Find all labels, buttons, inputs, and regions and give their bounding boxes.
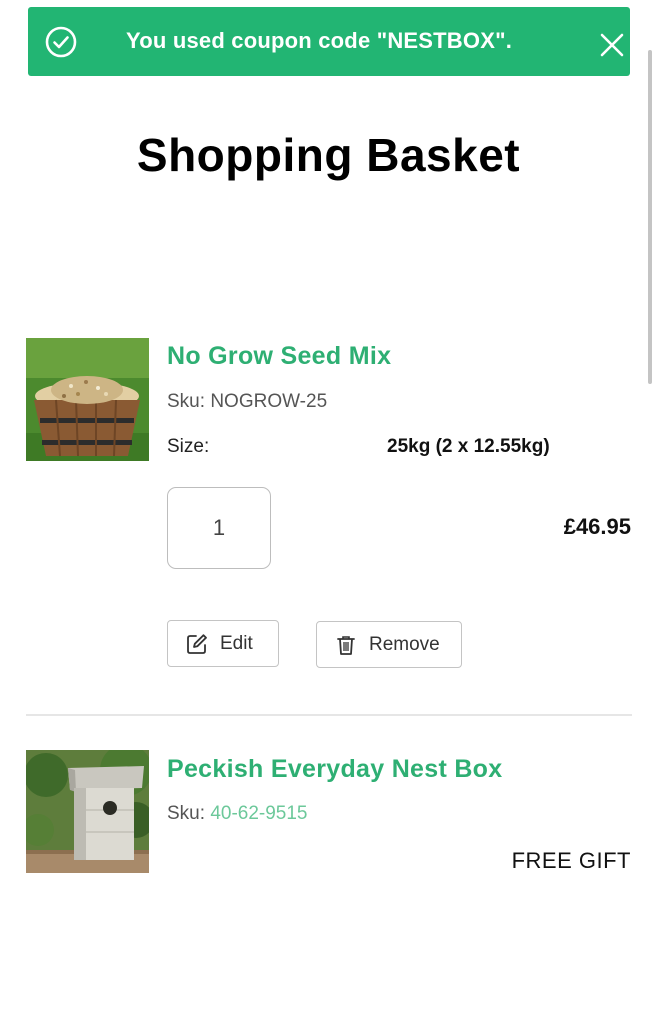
sku-label: Sku: [167, 803, 206, 824]
sku-value: NOGROW-25 [210, 391, 328, 412]
close-icon[interactable] [598, 31, 626, 59]
product-name[interactable]: No Grow Seed Mix [167, 342, 391, 371]
size-label: Size: [167, 436, 210, 457]
remove-button-label: Remove [369, 633, 440, 655]
page-title: Shopping Basket [136, 129, 521, 181]
coupon-notice: You used coupon code "NESTBOX". [28, 7, 630, 76]
product-name[interactable]: Peckish Everyday Nest Box [167, 755, 502, 784]
trash-icon [337, 635, 355, 655]
edit-button-label: Edit [220, 632, 253, 654]
sku-label: Sku: [167, 391, 206, 412]
product-image-seed-mix[interactable] [26, 338, 149, 461]
free-gift-label: FREE GIFT [511, 848, 631, 873]
product-image-nest-box[interactable] [26, 750, 149, 873]
remove-button[interactable]: Remove [316, 621, 462, 668]
product-sku: Sku: NOGROW-25 [167, 391, 327, 413]
coupon-notice-message: You used coupon code "NESTBOX". [126, 28, 513, 53]
sku-value-link[interactable]: 40-62-9515 [210, 803, 307, 824]
scrollbar[interactable] [648, 50, 652, 384]
item-divider [26, 714, 632, 716]
size-value: 25kg (2 x 12.55kg) [387, 436, 550, 457]
check-circle-icon [45, 26, 77, 58]
line-price: £46.95 [563, 514, 631, 539]
quantity-input[interactable] [167, 487, 271, 569]
edit-icon [187, 633, 207, 654]
product-sku: Sku: 40-62-9515 [167, 803, 308, 825]
edit-button[interactable]: Edit [167, 620, 279, 667]
